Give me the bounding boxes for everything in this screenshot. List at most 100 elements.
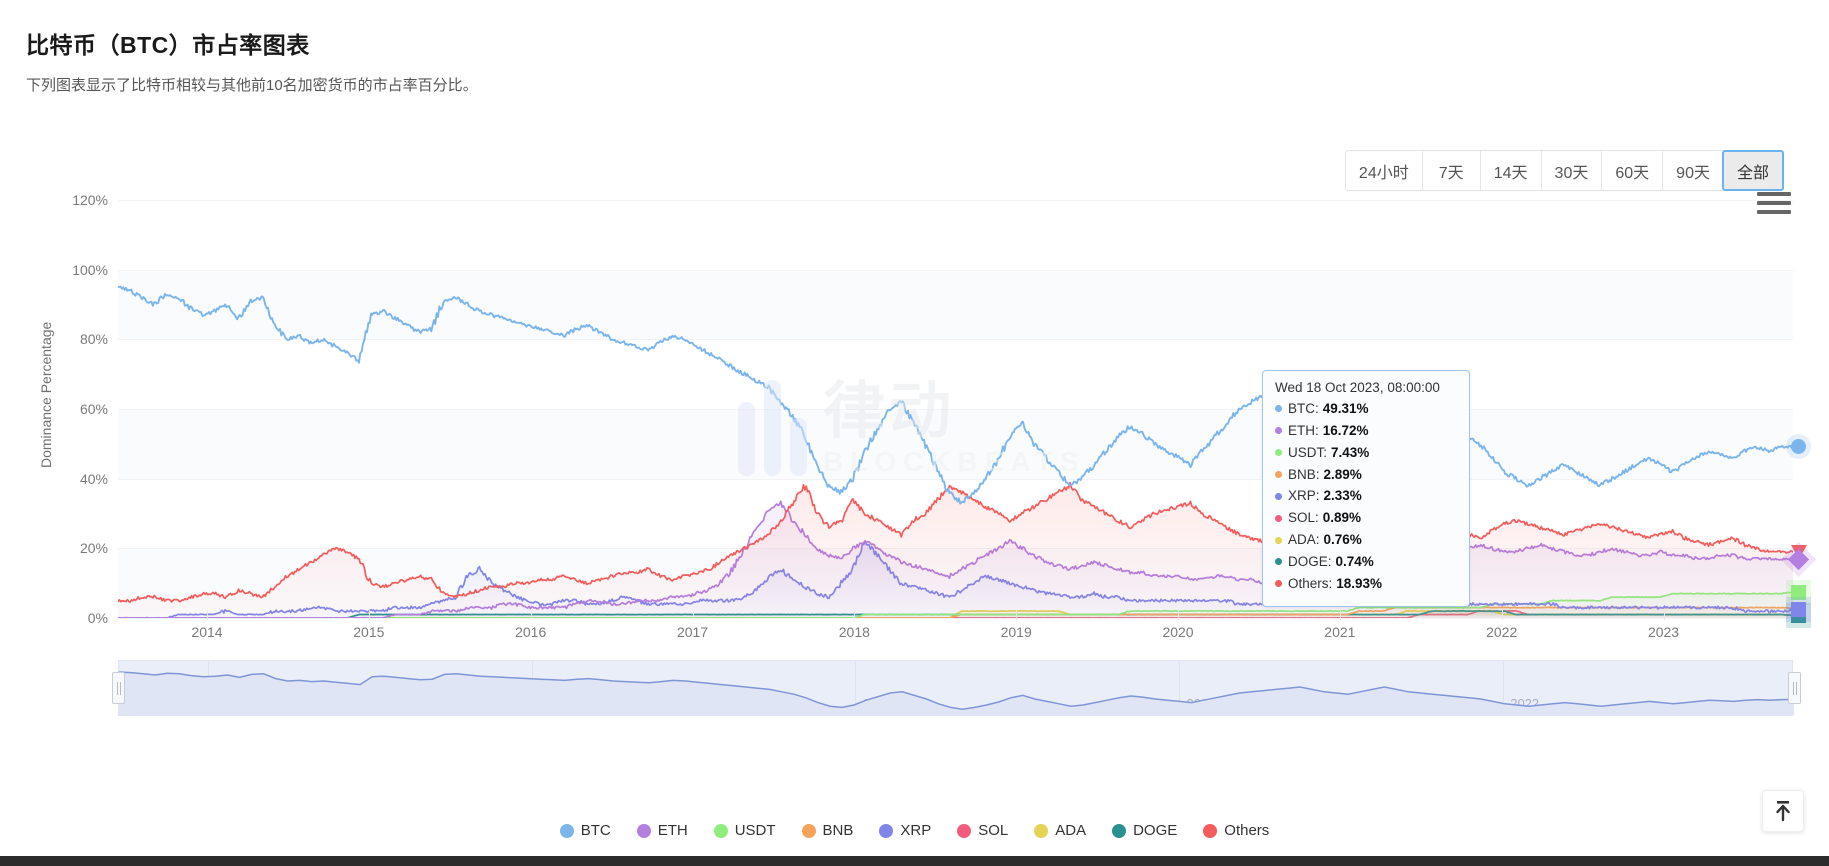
page-title: 比特币（BTC）市占率图表 [26, 32, 310, 58]
tooltip-series-name: XRP: [1288, 488, 1320, 504]
tooltip-series-value: 0.89% [1322, 510, 1362, 526]
menu-bar-1 [1757, 192, 1791, 196]
legend-label: BTC [580, 822, 611, 839]
tooltip-series-value: 0.76% [1323, 532, 1362, 548]
x-tick-label: 2020 [1162, 624, 1194, 640]
legend-label: USDT [734, 822, 776, 839]
x-tick-label: 2018 [838, 624, 870, 640]
x-tick-mark [1178, 610, 1180, 620]
tooltip-series-value: 7.43% [1331, 444, 1370, 460]
x-tick-mark [207, 610, 208, 620]
tooltip-series-name: SOL: [1288, 510, 1319, 526]
tooltip-series-name: DOGE: [1288, 554, 1332, 570]
page-subtitle: 下列图表显示了比特币相较与其他前10名加密货币的市占率百分比。 [26, 77, 478, 94]
tooltip-color-dot-Others [1275, 580, 1282, 588]
x-tick-mark [1339, 610, 1341, 620]
legend-label: ADA [1055, 822, 1087, 839]
navigator-handle-left[interactable] [112, 672, 125, 704]
y-tick-label: 40% [79, 470, 108, 487]
x-tick-label: 2019 [1000, 624, 1032, 640]
legend-item-BTC[interactable]: BTC [559, 822, 611, 839]
legend-color-dot-ETH [636, 823, 651, 838]
series-line-BTC[interactable] [118, 285, 1793, 505]
tooltip-color-dot-BTC [1275, 405, 1282, 413]
tooltip-color-dot-DOGE [1275, 558, 1282, 566]
chart-legend: BTC ETH USDT BNB XRP SOL ADA DOGE Others [0, 822, 1829, 839]
x-tick-mark [692, 610, 694, 620]
y-tick-label: 60% [79, 401, 108, 417]
series-canvas [118, 285, 1793, 618]
tooltip-series-value: 2.89% [1323, 466, 1362, 482]
tooltip-row-BTC: BTC: 49.31% [1275, 398, 1457, 420]
tooltip-series-name: USDT: [1288, 444, 1328, 460]
y-tick-label: 120% [72, 192, 108, 208]
tooltip-color-dot-XRP [1275, 492, 1282, 500]
legend-color-dot-BNB [801, 823, 816, 838]
tooltip-row-BNB: BNB: 2.89% [1275, 464, 1457, 486]
legend-item-USDT[interactable]: USDT [713, 822, 776, 839]
tooltip-row-XRP: XRP: 2.33% [1275, 485, 1457, 507]
tooltip-row-ADA: ADA: 0.76% [1275, 529, 1457, 551]
chart-navigator[interactable]: 20142016201820202022 [112, 660, 1801, 716]
legend-label: Others [1224, 822, 1270, 839]
x-tick-mark [1501, 610, 1503, 620]
x-tick-mark [530, 610, 532, 620]
tooltip-series-value: 2.33% [1323, 488, 1362, 504]
series-endpoint-BTC [1790, 438, 1806, 454]
tooltip-row-SOL: SOL: 0.89% [1275, 507, 1457, 529]
scroll-to-top-glyph [1776, 801, 1790, 822]
x-tick-mark [854, 610, 856, 620]
legend-item-ETH[interactable]: ETH [636, 822, 688, 839]
legend-color-dot-ADA [1034, 823, 1049, 838]
y-tick-label: 80% [79, 331, 108, 348]
x-tick-label: 2022 [1486, 624, 1518, 640]
x-tick-mark [1663, 610, 1665, 620]
bottom-bar [0, 856, 1829, 866]
y-tick-label: 20% [79, 540, 108, 557]
tooltip-series-value: 18.93% [1336, 575, 1383, 591]
page-header: 比特币（BTC）市占率图表 下列图表显示了比特币相较与其他前10名加密货币的市占… [0, 0, 1829, 95]
x-axis-ticks: 2014 2015 2016 2017 2018 2019 2020 2021 2022 2023 [118, 610, 1793, 648]
tooltip-color-dot-USDT [1275, 449, 1282, 457]
legend-item-DOGE[interactable]: DOGE [1112, 822, 1177, 839]
tooltip-series-name: Others: [1288, 575, 1333, 591]
y-axis-ticks: 0% 20% 40% 60% 80% 100% 120% [18, 178, 108, 818]
x-tick-label: 2021 [1324, 624, 1356, 640]
tooltip-series-name: BNB: [1288, 466, 1320, 482]
tooltip-row-DOGE: DOGE: 0.74% [1275, 551, 1457, 573]
legend-label: ETH [657, 822, 688, 839]
series-endpoint-USDT [1790, 584, 1806, 600]
legend-color-dot-SOL [957, 823, 972, 838]
tooltip-row-Others: Others: 18.93% [1275, 573, 1457, 595]
legend-item-BNB[interactable]: BNB [801, 822, 854, 839]
chart-container: Dominance Percentage 0% 20% 40% 60% 80% 100% 1… [0, 178, 1829, 818]
tooltip-row-ETH: ETH: 16.72% [1275, 420, 1457, 442]
y-tick-label: 0% [87, 610, 108, 626]
tooltip-series-value: 16.72% [1322, 422, 1369, 438]
navigator-handle-right[interactable] [1788, 672, 1801, 704]
tooltip-series-name: BTC: [1288, 401, 1319, 416]
legend-item-SOL[interactable]: SOL [957, 822, 1008, 839]
x-tick-label: 2015 [353, 624, 385, 640]
legend-label: SOL [978, 822, 1009, 839]
chart-tooltip: Wed 18 Oct 2023, 08:00:00 BTC: 49.31% ETH:… [1262, 370, 1470, 607]
legend-item-XRP[interactable]: XRP [879, 822, 931, 839]
series-area-Others [118, 482, 1793, 618]
range-button-全部[interactable]: 全部 [1721, 150, 1784, 191]
tooltip-color-dot-ETH [1275, 427, 1282, 435]
legend-label: BNB [822, 822, 854, 839]
tooltip-series-value: 49.31% [1322, 401, 1369, 416]
x-tick-label: 2017 [676, 624, 709, 640]
tooltip-color-dot-BNB [1275, 471, 1282, 478]
legend-item-ADA[interactable]: ADA [1034, 822, 1086, 839]
tooltip-rows: BTC: 49.31% ETH: 16.72% USDT: 7.43% BNB: 2.89% X… [1275, 398, 1457, 595]
scroll-to-top-icon[interactable] [1762, 790, 1804, 832]
navigator-sparkline [119, 671, 1794, 715]
legend-item-Others[interactable]: Others [1203, 822, 1269, 839]
hamburger-menu-icon[interactable] [1757, 189, 1791, 217]
legend-label: XRP [900, 822, 932, 839]
menu-bar-2 [1757, 201, 1791, 205]
tooltip-series-value: 0.74% [1335, 554, 1374, 570]
tooltip-series-name: ADA: [1288, 532, 1320, 548]
tooltip-date: Wed 18 Oct 2023, 08:00:00 [1275, 380, 1440, 395]
